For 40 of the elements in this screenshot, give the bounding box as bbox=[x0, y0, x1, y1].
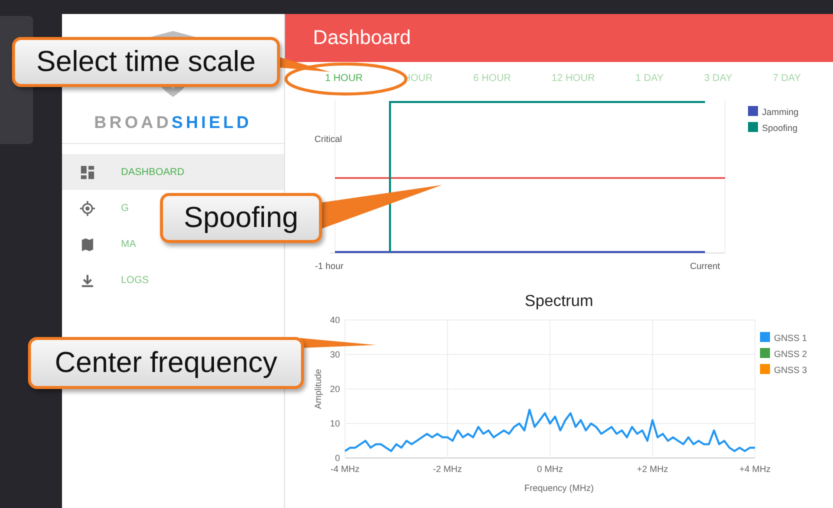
tick-label: +4 MHz bbox=[739, 464, 771, 474]
callout: Select time scale bbox=[12, 37, 280, 87]
brand-name: BROADSHIELD bbox=[94, 113, 252, 133]
download-icon bbox=[80, 272, 95, 288]
tick-label: 0 bbox=[334, 453, 340, 463]
target-icon bbox=[80, 200, 95, 216]
tick-label: -2 MHz bbox=[433, 464, 462, 474]
dashboard-icon bbox=[80, 164, 95, 180]
callout: Spoofing bbox=[160, 193, 322, 243]
axis-title: Amplitude bbox=[313, 368, 323, 410]
time-scale-tab[interactable]: 6 HOUR bbox=[471, 73, 514, 84]
menu-item[interactable]: MA bbox=[62, 226, 142, 262]
axis-label: -1 hour bbox=[315, 261, 344, 271]
tick-label: -4 MHz bbox=[330, 464, 360, 474]
tick-label: 10 bbox=[330, 418, 340, 428]
legend-label: GNSS 3 bbox=[774, 365, 808, 375]
time-scale-tab[interactable]: 1 DAY bbox=[633, 73, 666, 84]
time-scale-tab[interactable]: 3 DAY bbox=[702, 73, 734, 84]
axis-title: Frequency (MHz) bbox=[524, 483, 594, 493]
time-scale-tab[interactable]: 1 HOUR bbox=[323, 73, 365, 84]
legend-label: Spoofing bbox=[762, 123, 798, 133]
axis-label: Current bbox=[690, 261, 720, 271]
legend-label: GNSS 1 bbox=[774, 333, 808, 343]
tick-label: 30 bbox=[330, 350, 340, 360]
callout: Center frequency bbox=[28, 337, 304, 389]
tick-label: 0 MHz bbox=[537, 464, 563, 474]
time-scale-tab[interactable]: 7 DAY bbox=[770, 73, 803, 84]
legend-label: GNSS 2 bbox=[774, 349, 808, 359]
axis-label: Critical bbox=[314, 134, 342, 144]
menu-item[interactable]: DASHBOARD bbox=[62, 154, 284, 190]
page-title: Dashboard bbox=[313, 26, 411, 50]
menu-item[interactable]: G bbox=[62, 190, 135, 226]
menu-item[interactable]: LOGS bbox=[62, 262, 155, 298]
tick-label: 20 bbox=[330, 384, 340, 394]
map-icon bbox=[80, 236, 95, 252]
tick-label: 40 bbox=[330, 315, 340, 325]
time-scale-tab[interactable]: 12 HOUR bbox=[550, 73, 597, 84]
legend-label: Jamming bbox=[762, 107, 799, 117]
chart-title: Spectrum bbox=[524, 293, 594, 310]
tick-label: +2 MHz bbox=[636, 464, 668, 474]
